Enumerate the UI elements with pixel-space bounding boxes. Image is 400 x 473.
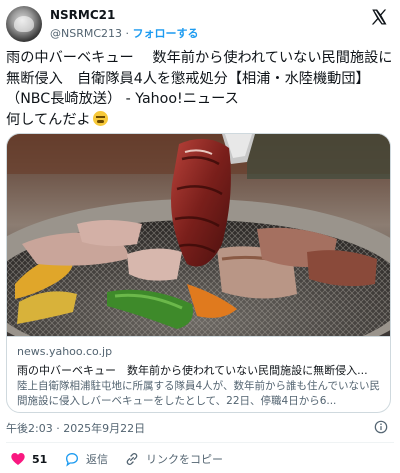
tweet-body: 雨の中バーベキュー 数年前から使われていない民間施設に無断侵入 自衛隊員4人を懲… bbox=[6, 50, 393, 128]
copy-link-label: リンクをコピー bbox=[146, 453, 223, 466]
like-count: 51 bbox=[32, 452, 48, 466]
action-bar: 51 返信 リンクをコピー bbox=[6, 449, 394, 469]
bbq-photo bbox=[7, 134, 390, 336]
link-icon bbox=[126, 452, 138, 466]
divider bbox=[6, 442, 394, 443]
like-button[interactable]: 51 bbox=[10, 449, 47, 469]
reply-label: 返信 bbox=[86, 453, 108, 466]
display-name[interactable]: NSRMC21 bbox=[50, 8, 115, 22]
timestamp[interactable]: 午後2:03 · 2025年9月22日 bbox=[6, 420, 145, 436]
card-description: 陸上自衛隊相浦駐屯地に所属する隊員4人が、数年前から誰も住んでいない民間施設に侵… bbox=[17, 380, 380, 407]
handle-row: @NSRMC213 · フォローする bbox=[50, 25, 199, 41]
link-card[interactable]: news.yahoo.co.jp 雨の中バーベキュー 数年前から使われていない民… bbox=[6, 133, 391, 413]
card-title: 雨の中バーベキュー 数年前から使われていない民間施設に無断侵入... bbox=[17, 364, 368, 377]
user-handle[interactable]: @NSRMC213 bbox=[50, 27, 122, 40]
copy-link-button[interactable]: リンクをコピー bbox=[124, 449, 223, 469]
x-logo-icon[interactable] bbox=[370, 8, 388, 26]
follow-button[interactable]: フォローする bbox=[133, 27, 199, 40]
tweet-header: NSRMC21 @NSRMC213 · フォローする bbox=[0, 0, 400, 50]
tweet-meta: 午後2:03 · 2025年9月22日 bbox=[6, 418, 394, 438]
card-domain: news.yahoo.co.jp bbox=[17, 345, 113, 358]
avatar[interactable] bbox=[6, 6, 42, 42]
heart-icon bbox=[11, 453, 25, 465]
card-image[interactable] bbox=[7, 134, 390, 336]
info-icon[interactable] bbox=[374, 420, 388, 434]
separator-dot: · bbox=[125, 27, 130, 40]
tweet-text: 雨の中バーベキュー 数年前から使われていない民間施設に無断侵入 自衛隊員4人を懲… bbox=[6, 48, 394, 130]
card-info[interactable]: news.yahoo.co.jp 雨の中バーベキュー 数年前から使われていない民… bbox=[7, 336, 390, 412]
weary-face-emoji-icon bbox=[92, 110, 108, 126]
reply-icon bbox=[65, 452, 79, 467]
reply-button[interactable]: 返信 bbox=[64, 449, 108, 469]
